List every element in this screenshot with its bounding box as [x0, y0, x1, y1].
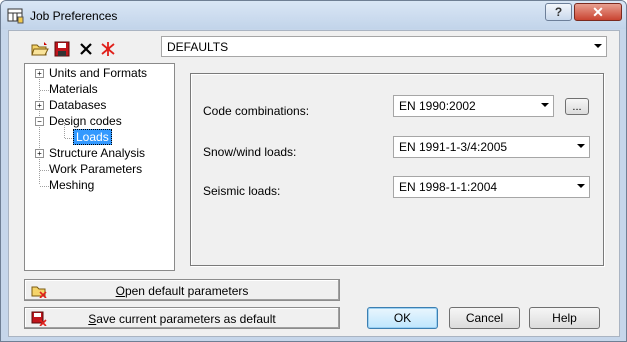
title-bar[interactable]: Job Preferences ? ✕ [1, 1, 626, 29]
chevron-down-icon [541, 103, 549, 107]
tree-item-label: Design codes [49, 114, 122, 128]
expand-icon[interactable]: + [35, 101, 44, 110]
dialog-client-area: DEFAULTS + Units and Formats Materials +… [8, 30, 620, 337]
tree-item-structure-analysis[interactable]: + Structure Analysis [25, 146, 174, 162]
chevron-down-icon [577, 184, 585, 188]
tree-item-materials[interactable]: Materials [25, 82, 174, 98]
tree-item-label: Materials [49, 82, 98, 96]
delete-icon[interactable] [77, 40, 95, 58]
code-combinations-select[interactable]: EN 1990:2002 [393, 95, 554, 117]
tree-item-label: Structure Analysis [49, 146, 146, 160]
preset-value: DEFAULTS [167, 40, 229, 54]
chevron-down-icon [577, 144, 585, 148]
tree-item-work-parameters[interactable]: Work Parameters [25, 162, 174, 178]
browse-button[interactable]: ... [565, 98, 589, 115]
snow-wind-label: Snow/wind loads: [203, 145, 297, 159]
reset-icon[interactable] [99, 40, 117, 58]
tree-item-label: Units and Formats [49, 66, 148, 80]
close-icon: ✕ [592, 3, 604, 20]
window-title: Job Preferences [30, 9, 118, 23]
tree-item-label: Loads [73, 129, 112, 145]
code-combinations-label: Code combinations: [203, 104, 310, 118]
tree-item-label: Work Parameters [49, 162, 143, 176]
save-icon[interactable] [53, 40, 71, 58]
snow-wind-value: EN 1991-1-3/4:2005 [399, 140, 508, 154]
open-default-parameters-button[interactable]: Open default parameters [24, 279, 340, 301]
tree-item-units-and-formats[interactable]: + Units and Formats [25, 66, 174, 82]
preset-select[interactable]: DEFAULTS [161, 36, 607, 57]
expand-icon[interactable]: + [35, 149, 44, 158]
open-folder-icon[interactable] [31, 40, 49, 58]
tree-item-label: Databases [49, 98, 107, 112]
save-default-parameters-label: Save current parameters as default [88, 312, 276, 326]
tree-item-label: Meshing [49, 178, 95, 192]
open-default-parameters-label: Open default parameters [115, 284, 249, 298]
seismic-value: EN 1998-1-1:2004 [399, 180, 498, 194]
ok-button-label: OK [393, 311, 412, 325]
browse-button-label: ... [572, 100, 582, 113]
seismic-select[interactable]: EN 1998-1-1:2004 [393, 176, 590, 198]
ok-button[interactable]: OK [367, 307, 438, 329]
help-glyph: ? [554, 5, 563, 19]
app-icon [7, 8, 24, 24]
help-button[interactable]: Help [529, 307, 600, 329]
tree-item-meshing[interactable]: Meshing [25, 178, 174, 194]
cancel-button[interactable]: Cancel [449, 307, 520, 329]
dialog-window: Job Preferences ? ✕ DEFAULTS + Units and… [0, 0, 627, 342]
help-title-button[interactable]: ? [545, 3, 572, 21]
help-button-label: Help [552, 311, 577, 325]
snow-wind-select[interactable]: EN 1991-1-3/4:2005 [393, 136, 590, 158]
expand-icon[interactable]: + [35, 69, 44, 78]
close-button[interactable]: ✕ [574, 3, 622, 21]
preferences-tree[interactable]: + Units and Formats Materials + Database… [24, 63, 175, 271]
seismic-label: Seismic loads: [203, 184, 281, 198]
save-default-parameters-button[interactable]: Save current parameters as default [24, 307, 340, 329]
chevron-down-icon [594, 44, 602, 48]
cancel-button-label: Cancel [465, 311, 504, 325]
tree-item-databases[interactable]: + Databases [25, 98, 174, 114]
collapse-icon[interactable]: − [35, 117, 44, 126]
code-combinations-value: EN 1990:2002 [399, 99, 476, 113]
tree-item-loads[interactable]: Loads [25, 129, 174, 146]
tree-item-design-codes[interactable]: − Design codes [25, 114, 174, 130]
